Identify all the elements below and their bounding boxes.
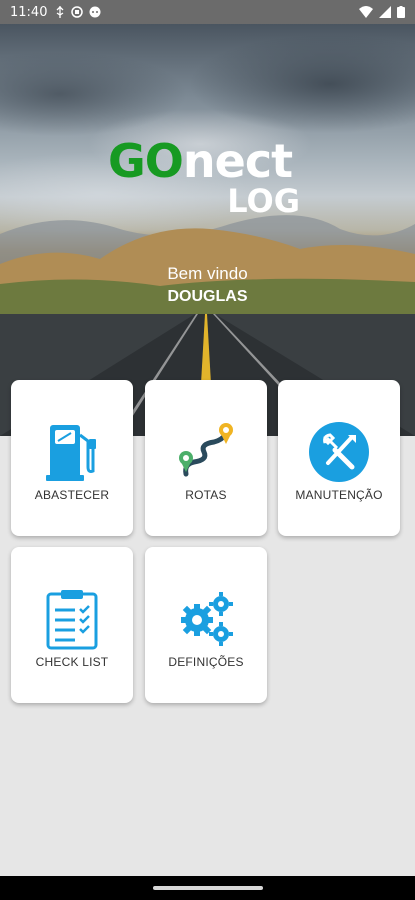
rotas-button[interactable]: ROTAS xyxy=(145,380,267,536)
tile-label: MANUTENÇÃO xyxy=(295,488,383,502)
status-bar: 11:40 xyxy=(0,0,415,24)
android-icon xyxy=(89,6,101,18)
logo-nect: nect xyxy=(182,134,293,188)
battery-icon xyxy=(397,6,405,18)
hero-background xyxy=(0,24,415,436)
logo-go: GO xyxy=(108,134,184,188)
user-name: DOUGLAS xyxy=(167,288,248,305)
tools-icon xyxy=(307,420,371,484)
navigation-bar xyxy=(0,876,415,900)
checklist-icon xyxy=(40,587,104,651)
manutencao-button[interactable]: MANUTENÇÃO xyxy=(278,380,400,536)
usb-icon xyxy=(57,6,64,18)
signal-icon xyxy=(379,6,391,18)
wifi-icon xyxy=(359,6,373,18)
tile-label: CHECK LIST xyxy=(35,655,109,669)
tile-label: ROTAS xyxy=(185,488,227,502)
gears-icon xyxy=(174,587,238,651)
welcome-block: Bem vindo DOUGLAS xyxy=(0,264,415,306)
tile-label: DEFINIÇÕES xyxy=(168,655,244,669)
abastecer-button[interactable]: ABASTECER xyxy=(11,380,133,536)
fuel-pump-icon xyxy=(40,420,104,484)
route-icon xyxy=(174,420,238,484)
welcome-text: Bem vindo xyxy=(167,264,248,283)
logo-log: LOG xyxy=(227,182,300,220)
home-gesture-handle[interactable] xyxy=(152,886,263,890)
definicoes-button[interactable]: DEFINIÇÕES xyxy=(145,547,267,703)
tile-label: ABASTECER xyxy=(34,488,110,502)
status-time: 11:40 xyxy=(10,4,48,20)
check-list-button[interactable]: CHECK LIST xyxy=(11,547,133,703)
sync-icon xyxy=(71,6,84,18)
app-logo: GOnect LOG xyxy=(108,138,308,218)
